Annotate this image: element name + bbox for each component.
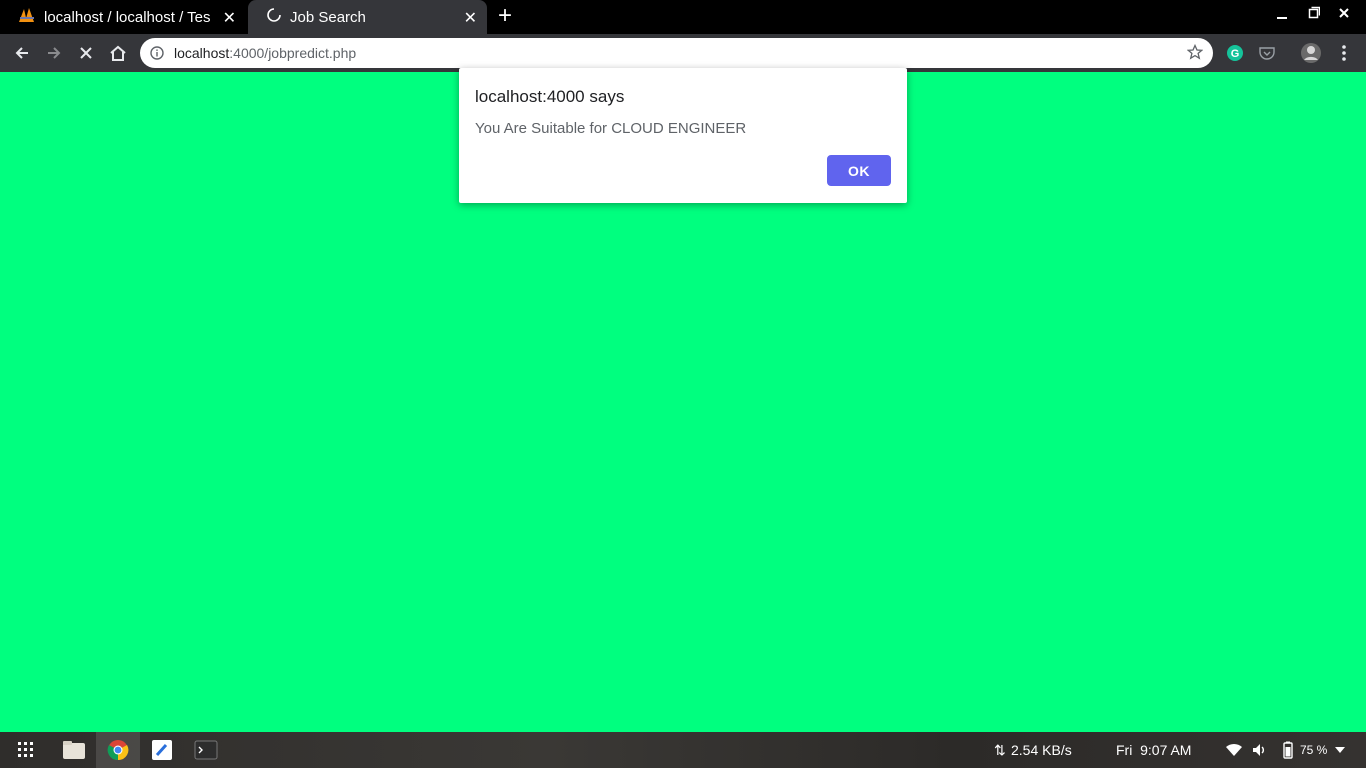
close-tab-icon[interactable]: ✕ [464, 8, 477, 28]
tab-job-search[interactable]: Job Search ✕ [248, 0, 487, 34]
minimize-icon[interactable] [1276, 6, 1288, 23]
text-editor-icon[interactable] [148, 736, 176, 764]
taskbar: ⇅ 2.54 KB/s Fri 9:07 AM 75 % [0, 732, 1366, 768]
new-tab-icon[interactable]: + [498, 4, 512, 28]
browser-toolbar: localhost:4000/jobpredict.php G [0, 34, 1366, 72]
ok-button[interactable]: OK [827, 155, 891, 186]
info-icon[interactable] [150, 46, 164, 65]
close-tab-icon[interactable]: ✕ [223, 8, 236, 28]
loading-spinner-icon [266, 7, 282, 27]
home-icon[interactable] [105, 40, 131, 66]
volume-icon[interactable] [1246, 736, 1274, 764]
maximize-icon[interactable] [1308, 6, 1321, 23]
dialog-heading: localhost:4000 says [475, 87, 625, 106]
close-window-icon[interactable] [1338, 6, 1350, 23]
url-path: :4000/jobpredict.php [229, 45, 357, 61]
tab-phpmyadmin[interactable]: localhost / localhost / Tes ✕ [0, 0, 246, 34]
menu-kebab-icon[interactable] [1333, 42, 1355, 64]
url-text: localhost:4000/jobpredict.php [174, 45, 356, 61]
grammarly-icon[interactable]: G [1224, 42, 1246, 64]
alert-dialog: localhost:4000 says You Are Suitable for… [459, 68, 907, 203]
svg-text:G: G [1231, 48, 1240, 60]
pocket-icon[interactable] [1256, 42, 1278, 64]
tab-title: Job Search [290, 8, 366, 26]
network-icon: ⇅ [994, 742, 1006, 758]
address-bar[interactable]: localhost:4000/jobpredict.php [140, 38, 1213, 68]
wifi-icon[interactable] [1220, 736, 1248, 764]
forward-arrow-icon[interactable] [41, 40, 67, 66]
terminal-icon[interactable] [192, 736, 220, 764]
back-arrow-icon[interactable] [9, 40, 35, 66]
chrome-icon[interactable] [96, 732, 140, 768]
profile-avatar[interactable] [1300, 42, 1322, 64]
phpmyadmin-icon [18, 7, 36, 27]
tab-title: localhost / localhost / Tes [44, 8, 211, 26]
chevron-down-icon[interactable] [1326, 736, 1354, 764]
url-host: localhost [174, 45, 230, 61]
app-grid-icon[interactable] [12, 736, 40, 764]
stop-loading-icon[interactable] [73, 40, 99, 66]
dialog-message: You Are Suitable for CLOUD ENGINEER [475, 120, 747, 137]
battery-icon[interactable] [1274, 736, 1302, 764]
tab-strip: localhost / localhost / Tes ✕ Job Search… [0, 0, 1366, 34]
files-icon[interactable] [60, 736, 88, 764]
bookmark-star-icon[interactable] [1186, 43, 1204, 65]
battery-percent: 75 % [1300, 743, 1328, 757]
network-speed: 2.54 KB/s [1011, 742, 1072, 758]
clock[interactable]: Fri 9:07 AM [1116, 742, 1191, 758]
